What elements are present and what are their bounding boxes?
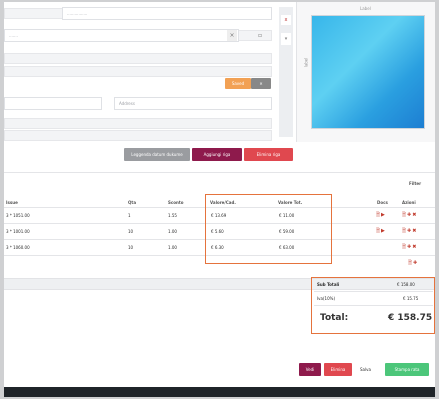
app-window: ................ ....... × ▫ Saved ✕ Add… bbox=[4, 2, 435, 397]
view-button[interactable]: Vedi bbox=[299, 363, 321, 376]
col-actions: Azioni bbox=[402, 200, 416, 205]
form-field-4[interactable]: Address bbox=[114, 97, 272, 110]
row1-qty: 1 bbox=[128, 213, 131, 218]
total-label: Total: bbox=[320, 313, 349, 323]
row1-action-icons[interactable]: 🗎✚✖ bbox=[402, 212, 417, 220]
form-field-2[interactable]: ....... bbox=[4, 29, 239, 42]
print-button-label: Stampa rata bbox=[394, 367, 420, 372]
close-icon: ✕ bbox=[259, 81, 263, 86]
col-item: Issue bbox=[6, 200, 18, 205]
add-row-button-label: Aggiungi riga bbox=[203, 152, 231, 157]
row2-qty: 10 bbox=[128, 229, 134, 234]
row3-action-icons[interactable]: 🗎✚✖ bbox=[402, 244, 417, 252]
add-row-button[interactable]: Aggiungi riga bbox=[192, 148, 242, 161]
form-field-1[interactable]: ................ bbox=[62, 7, 272, 20]
print-button[interactable]: Stampa rata bbox=[385, 363, 429, 376]
delete-row-button-label: Elimina riga bbox=[256, 152, 281, 157]
field-extra-icon[interactable]: ▫ bbox=[255, 30, 265, 41]
row3-disc: 1.00 bbox=[168, 245, 177, 250]
delete-button-label: Elimina bbox=[330, 367, 346, 372]
gradient-image bbox=[311, 15, 425, 129]
col-docs: Docs bbox=[377, 200, 388, 205]
scroll-column[interactable]: x ▾ bbox=[279, 7, 293, 137]
row1-docs-icons[interactable]: 🗎▶ bbox=[376, 212, 386, 220]
form-row bbox=[4, 118, 272, 129]
form-row bbox=[4, 130, 272, 141]
vat-label: Iva(10%) bbox=[317, 296, 336, 301]
highlight-unit-column bbox=[205, 194, 332, 264]
save-small-button[interactable]: Saved bbox=[225, 78, 251, 89]
filter-label[interactable]: Filter bbox=[409, 181, 421, 186]
legend-button[interactable]: Leggenda datum dukume bbox=[124, 148, 190, 161]
delete-button[interactable]: Elimina bbox=[324, 363, 352, 376]
delete-row-button[interactable]: Elimina riga bbox=[244, 148, 293, 161]
row2-docs-icons[interactable]: 🗎▶ bbox=[376, 228, 386, 236]
bottom-bar bbox=[4, 387, 435, 397]
field3-text: Address bbox=[119, 101, 135, 106]
legend-button-label: Leggenda datum dukume bbox=[131, 152, 183, 157]
col-qty: Qta bbox=[128, 200, 137, 205]
subtotal-label: Sub Totali bbox=[317, 282, 340, 287]
save-text[interactable]: Salva bbox=[360, 367, 371, 372]
totals-divider bbox=[314, 305, 433, 306]
field1-text: ................ bbox=[67, 11, 88, 16]
col-disc: Sconto bbox=[168, 200, 184, 205]
total-value: € 158.75 bbox=[388, 313, 433, 323]
image-panel-label: Label bbox=[360, 6, 371, 11]
save-small-label: Saved bbox=[231, 81, 245, 86]
row1-disc: 1.55 bbox=[168, 213, 177, 218]
image-panel: Label label bbox=[296, 2, 435, 142]
view-button-label: Vedi bbox=[305, 367, 315, 372]
row2-action-icons[interactable]: 🗎✚✖ bbox=[402, 228, 417, 236]
subtotal-value: € 158.00 bbox=[397, 282, 415, 287]
form-field-3[interactable] bbox=[4, 97, 102, 110]
form-row bbox=[4, 66, 272, 77]
field-clear-icon[interactable]: × bbox=[227, 30, 237, 41]
image-side-label: label bbox=[303, 57, 309, 68]
row3-item: 3 * 1060.00 bbox=[6, 245, 30, 250]
scroll-up-icon[interactable]: x bbox=[281, 15, 291, 25]
totals-divider bbox=[314, 291, 433, 292]
close-small-button[interactable]: ✕ bbox=[251, 78, 271, 89]
row1-item: 3 * 1051.00 bbox=[6, 213, 30, 218]
row2-disc: 1.00 bbox=[168, 229, 177, 234]
form-row bbox=[4, 53, 272, 64]
row2-item: 3 * 1001.00 bbox=[6, 229, 30, 234]
row3-qty: 10 bbox=[128, 245, 134, 250]
add-line-icon[interactable]: 🗎✚ bbox=[408, 260, 418, 268]
vat-value: € 15.75 bbox=[403, 296, 419, 301]
field2-text: ....... bbox=[9, 33, 18, 38]
scroll-thumb[interactable]: ▾ bbox=[281, 33, 291, 45]
